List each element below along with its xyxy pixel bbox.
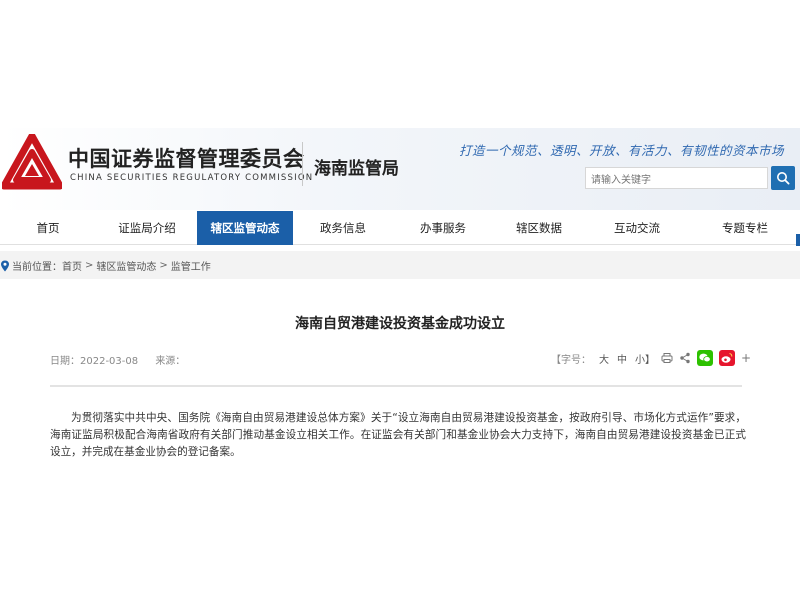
more-share-button[interactable]: + [741,351,751,365]
header-divider [302,142,303,186]
page: 中国证券监督管理委员会 CHINA SECURITIES REGULATORY … [0,0,800,600]
print-icon [661,353,673,363]
nav-scroll-edge [796,234,800,246]
nav-item-regional-data[interactable]: 辖区数据 [504,211,574,245]
font-size-label: 【字号： [551,354,591,366]
font-size-small-button[interactable]: 小】 [635,351,655,366]
org-name-en: CHINA SECURITIES REGULATORY COMMISSION [70,173,314,183]
csrc-logo-icon[interactable] [2,134,62,190]
wechat-share-button[interactable] [697,350,713,366]
weibo-share-button[interactable] [719,350,735,366]
org-name-cn[interactable]: 中国证券监督管理委员会 [68,143,305,173]
location-pin-icon [1,260,9,271]
slogan: 打造一个规范、透明、开放、有活力、有韧性的资本市场 [459,143,785,158]
article-title: 海南自贸港建设投资基金成功设立 [295,316,505,332]
breadcrumb-prefix: 当前位置： [12,262,62,273]
bureau-name[interactable]: 海南监管局 [314,154,399,179]
search-box [585,167,768,191]
breadcrumb-link-regional-news[interactable]: 辖区监管动态 [96,258,156,273]
font-size-medium-button[interactable]: 中 [617,351,627,366]
print-button[interactable] [661,352,673,364]
breadcrumb: 当前位置： 首页 > 辖区监管动态 > 监管工作 [0,258,211,273]
breadcrumb-separator: > [159,260,168,271]
nav-item-topics[interactable]: 专题专栏 [710,211,780,245]
main-nav: 首页 证监局介绍 辖区监管动态 政务信息 办事服务 辖区数据 互动交流 专题专栏 [0,211,800,245]
wechat-icon [697,350,713,366]
breadcrumb-separator: > [85,260,94,271]
article-date: 日期：2022-03-08 [50,356,139,367]
breadcrumb-link-supervision[interactable]: 监管工作 [171,258,211,273]
nav-item-home[interactable]: 首页 [18,211,78,245]
nav-item-bureau-intro[interactable]: 证监局介绍 [106,211,188,245]
nav-item-interaction[interactable]: 互动交流 [602,211,672,245]
nav-item-services[interactable]: 办事服务 [408,211,478,245]
nav-item-regional-news[interactable]: 辖区监管动态 [197,211,293,245]
font-size-large-button[interactable]: 大 [599,351,609,366]
share-icon [680,352,690,364]
search-button[interactable] [771,166,795,190]
share-button[interactable] [679,352,691,364]
nav-item-gov-info[interactable]: 政务信息 [308,211,378,245]
article-meta: 日期：2022-03-08 来源： [50,352,199,367]
article-source: 来源： [155,356,186,367]
weibo-icon [719,350,735,366]
breadcrumb-link-home[interactable]: 首页 [62,258,82,273]
search-icon [777,172,790,185]
article-tools: 【字号： 大 中 小】 + [551,350,751,366]
search-input[interactable] [586,170,767,191]
article-body: 为贯彻落实中共中央、国务院《海南自由贸易港建设总体方案》关于“设立海南自由贸易港… [50,412,746,458]
article-divider [50,385,742,387]
